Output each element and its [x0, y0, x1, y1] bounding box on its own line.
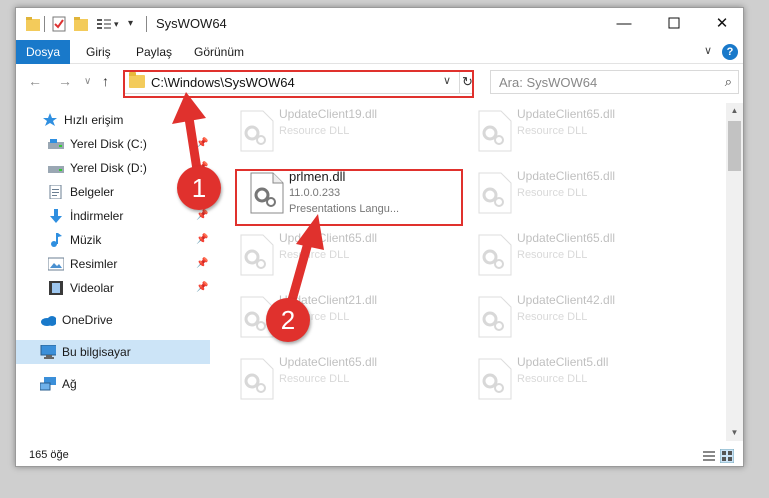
arrow-to-file: [287, 214, 324, 305]
step-2-badge: 2: [266, 298, 310, 342]
annotation-arrows: [172, 92, 324, 305]
step-1-badge: 1: [177, 166, 221, 210]
arrow-to-address: [172, 92, 206, 181]
